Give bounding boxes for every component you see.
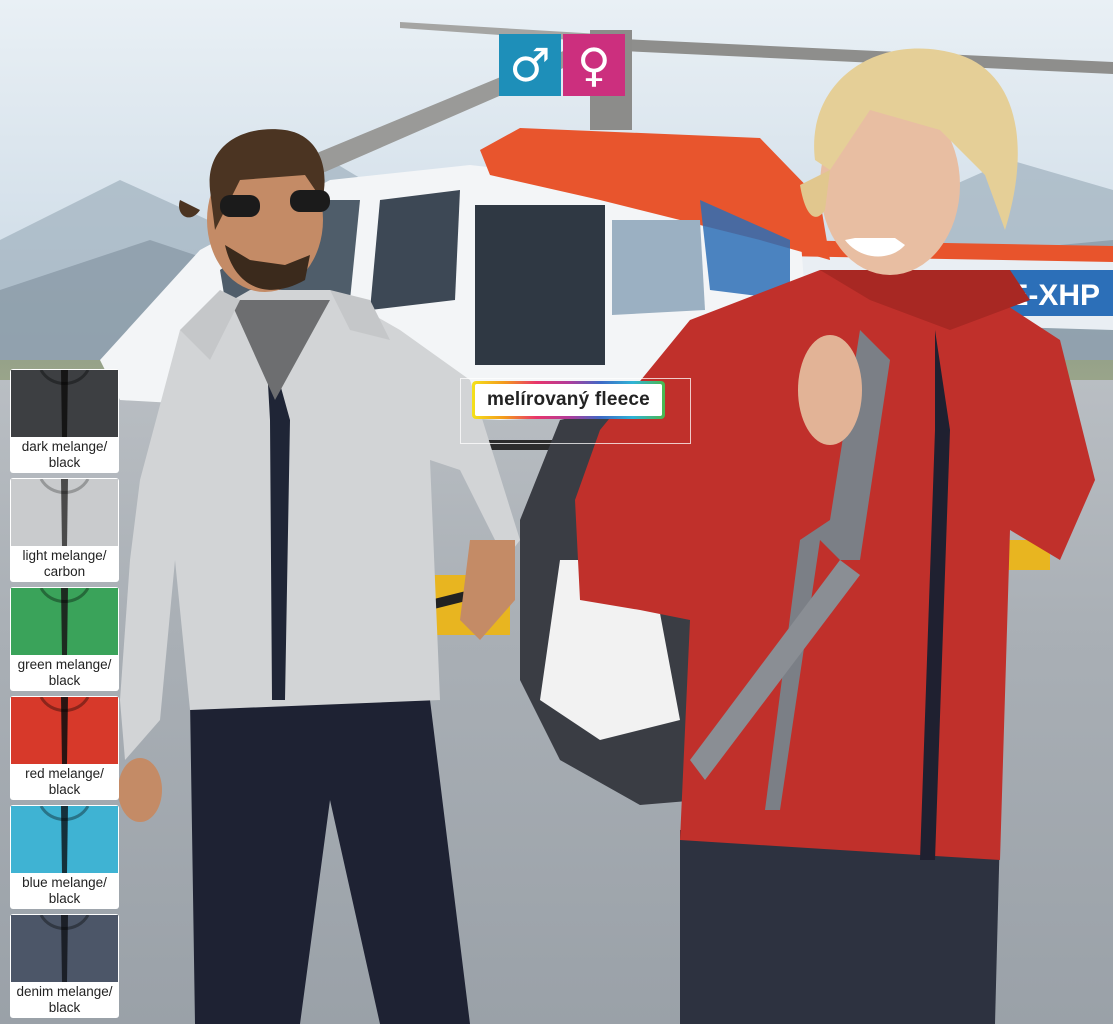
swatch-label: dark melange/black <box>21 439 108 470</box>
color-swatch[interactable]: green melange/black <box>10 587 119 691</box>
swatch-thumbnail <box>11 697 118 764</box>
people <box>118 48 1095 1024</box>
hoodie-thumbnail <box>11 806 118 873</box>
swatch-thumbnail <box>11 806 118 873</box>
woman <box>520 48 1095 1024</box>
fabric-badge: melírovaný fleece <box>472 381 665 419</box>
swatch-thumbnail <box>11 915 118 982</box>
hoodie-thumbnail <box>11 370 118 437</box>
man <box>118 129 520 1024</box>
swatch-label: red melange/black <box>25 766 104 797</box>
color-swatch[interactable]: denim melange/black <box>10 914 119 1018</box>
swatch-thumbnail <box>11 588 118 655</box>
color-swatch[interactable]: blue melange/black <box>10 805 119 909</box>
color-swatch[interactable]: dark melange/black <box>10 369 119 473</box>
background-photo: OE-XHP <box>0 0 1113 1024</box>
hoodie-thumbnail <box>11 588 118 655</box>
hoodie-thumbnail <box>11 915 118 982</box>
color-swatch[interactable]: light melange/carbon <box>10 478 119 582</box>
swatch-label: denim melange/black <box>16 984 113 1015</box>
swatch-label: blue melange/black <box>22 875 107 906</box>
swatch-label: green melange/black <box>17 657 112 688</box>
fabric-badge-label: melírovaný fleece <box>475 384 662 416</box>
male-icon: ♂ <box>499 34 561 96</box>
female-icon: ♀ <box>563 34 625 96</box>
swatch-thumbnail <box>11 370 118 437</box>
swatch-label: light melange/carbon <box>22 548 107 579</box>
hoodie-thumbnail <box>11 697 118 764</box>
hoodie-thumbnail <box>11 479 118 546</box>
color-swatch[interactable]: red melange/black <box>10 696 119 800</box>
swatch-thumbnail <box>11 479 118 546</box>
